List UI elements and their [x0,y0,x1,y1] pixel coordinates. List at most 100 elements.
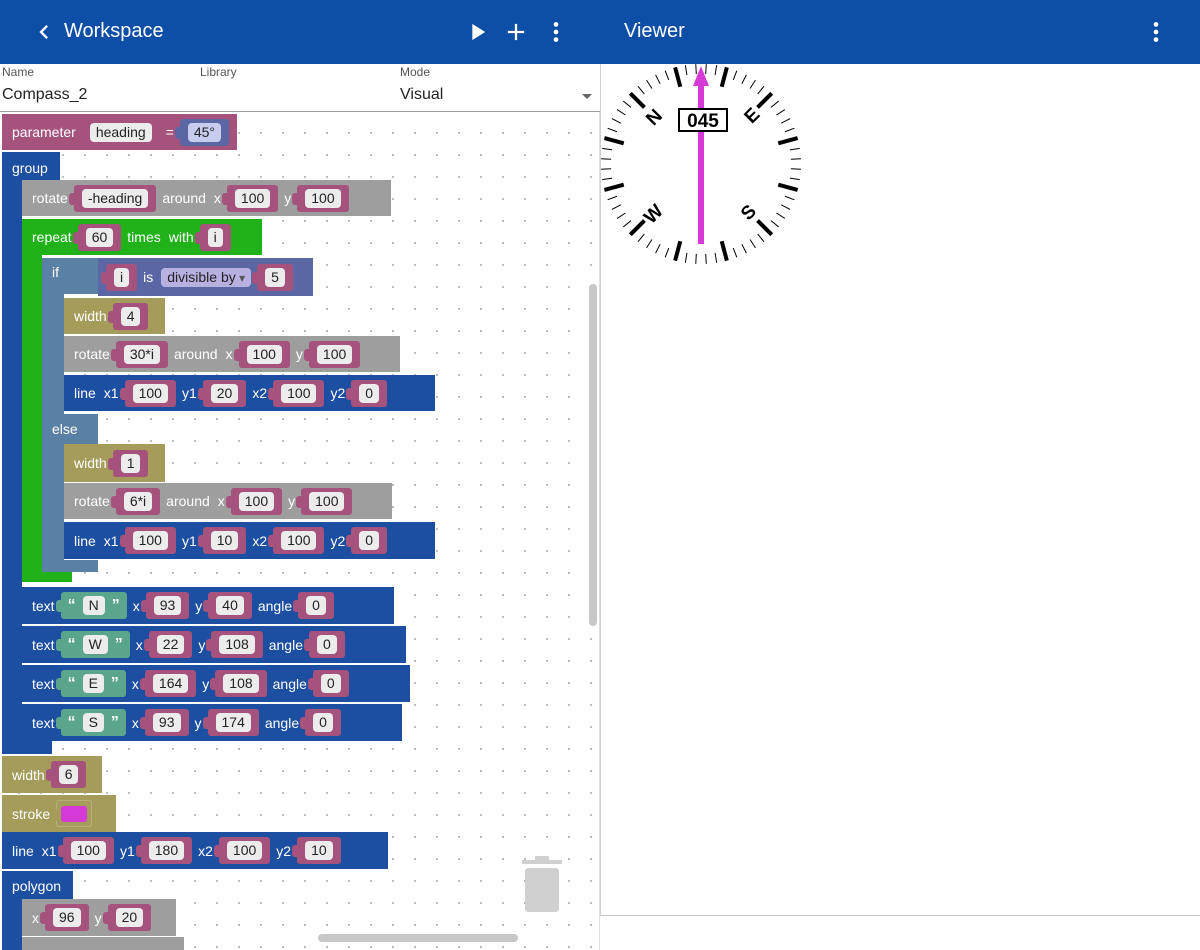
angle-slot[interactable]: 0 [293,592,334,619]
y-value[interactable]: 20 [115,908,144,927]
angle-slot[interactable]: 0 [304,631,345,658]
string-slot[interactable]: “E” [55,670,126,697]
rotate-30i-block[interactable]: rotate 30*i around x 100 y 100 [64,336,400,372]
if-block[interactable]: if [42,258,102,294]
y2-value[interactable]: 0 [359,383,380,403]
y2-value[interactable]: 10 [305,841,333,860]
x2-slot[interactable]: 100 [268,379,325,407]
rotate-heading-block[interactable]: rotate -heading around x 100 y 100 [22,180,391,216]
rotate-angle-slot[interactable]: -heading [68,184,157,212]
repeat-count-slot[interactable]: 60 [72,223,122,251]
string-slot[interactable]: “S” [55,709,126,736]
y1-value[interactable]: 10 [210,531,239,550]
parameter-name[interactable]: heading [89,122,152,142]
parameter-value-slot[interactable]: 45° [174,118,229,146]
y-value[interactable]: 108 [223,674,259,693]
rotate-angle-value[interactable]: 30*i [123,344,160,364]
line-major-block[interactable]: line x1 100 y1 20 x2 100 y2 0 [64,375,435,411]
y-slot[interactable]: 100 [303,340,361,368]
y2-slot[interactable]: 10 [292,837,341,864]
text-w-block[interactable]: text “W” x 22 y 108 angle 0 [22,626,406,663]
viewer-menu-button[interactable] [1142,18,1170,46]
y-value[interactable]: 108 [219,635,255,654]
width-value[interactable]: 4 [120,306,141,326]
y-slot[interactable]: 108 [206,631,263,658]
text-e-block[interactable]: text “E” x 164 y 108 angle 0 [22,665,410,702]
horizontal-scrollbar[interactable] [318,934,518,942]
polygon-block[interactable]: polygon [2,871,73,901]
operator-dropdown[interactable]: divisible by [161,267,252,287]
x1-value[interactable]: 100 [132,383,168,403]
string-value[interactable]: N [82,596,105,615]
line-minor-block[interactable]: line x1 100 y1 10 x2 100 y2 0 [64,522,435,559]
y-value[interactable]: 174 [215,713,251,732]
string-value[interactable]: E [82,674,104,693]
repeat-count[interactable]: 60 [85,227,114,247]
if-condition-block[interactable]: i is divisible by 5 [98,258,313,296]
y-slot[interactable]: 108 [210,670,267,697]
y-slot[interactable]: 100 [296,487,353,515]
string-value[interactable]: W [82,635,108,654]
x2-value[interactable]: 100 [226,841,263,860]
workspace-menu-button[interactable] [542,18,570,46]
x-value[interactable]: 100 [246,344,282,364]
name-input[interactable]: Compass_2 [2,86,87,104]
if-num-slot[interactable]: 5 [252,263,293,291]
width-slot[interactable]: 6 [45,761,87,788]
text-n-block[interactable]: text “N” x 93 y 40 angle 0 [22,587,394,624]
stroke-block[interactable]: stroke [2,795,116,832]
y-value[interactable]: 100 [305,188,341,208]
x-slot[interactable]: 100 [233,340,290,368]
y-slot[interactable]: 20 [102,904,152,931]
y2-slot[interactable]: 0 [346,527,388,554]
text-s-block[interactable]: text “S” x 93 y 174 angle 0 [22,704,402,741]
add-button[interactable] [502,18,530,46]
y-value[interactable]: 40 [216,596,244,615]
rotate-angle-slot[interactable]: 30*i [110,340,168,368]
trash-icon[interactable] [520,856,564,914]
repeat-block[interactable]: repeat 60 times with i [22,219,262,255]
color-swatch[interactable] [61,806,88,823]
rotate-angle-value[interactable]: 6*i [123,491,153,511]
x-slot[interactable]: 100 [221,184,279,212]
y-slot[interactable]: 40 [203,592,252,619]
x1-slot[interactable]: 100 [119,527,176,554]
y2-slot[interactable]: 0 [346,379,388,407]
if-num[interactable]: 5 [265,267,285,287]
x-slot[interactable]: 22 [143,631,193,658]
x-value[interactable]: 22 [156,635,185,654]
angle-slot[interactable]: 0 [300,709,341,736]
string-slot[interactable]: “N” [55,592,127,619]
if-var-slot[interactable]: i [100,263,138,291]
width-slot[interactable]: 1 [107,449,149,477]
width-value[interactable]: 1 [120,453,141,473]
x-value[interactable]: 93 [152,713,181,732]
repeat-var[interactable]: i [207,227,223,247]
color-slot[interactable] [52,799,93,828]
x2-value[interactable]: 100 [281,383,317,403]
angle-value[interactable]: 0 [306,596,326,615]
x-value[interactable]: 100 [234,188,271,208]
x-slot[interactable]: 164 [139,670,197,697]
angle-value[interactable]: 0 [313,713,333,732]
angle-slot[interactable]: 0 [307,670,349,697]
y-slot[interactable]: 100 [292,184,349,212]
y-value[interactable]: 100 [316,344,353,364]
y2-value[interactable]: 0 [359,531,380,550]
x2-slot[interactable]: 100 [268,527,325,554]
run-button[interactable] [463,18,491,46]
y-slot[interactable]: 174 [202,709,259,736]
x1-slot[interactable]: 100 [119,379,176,407]
x-value[interactable]: 100 [238,491,275,511]
x-value[interactable]: 93 [153,596,182,615]
x-value[interactable]: 164 [152,674,189,693]
chevron-down-icon[interactable] [582,94,592,99]
x2-value[interactable]: 100 [281,531,317,550]
parameter-value[interactable]: 45° [187,122,221,142]
vertical-scrollbar[interactable] [589,284,597,626]
line-needle-block[interactable]: line x1 100 y1 180 x2 100 y2 10 [2,832,388,869]
y1-slot[interactable]: 10 [197,527,247,554]
parameter-name-slot[interactable]: heading [76,118,160,146]
x-slot[interactable]: 93 [139,709,189,736]
y1-slot[interactable]: 20 [197,379,247,407]
